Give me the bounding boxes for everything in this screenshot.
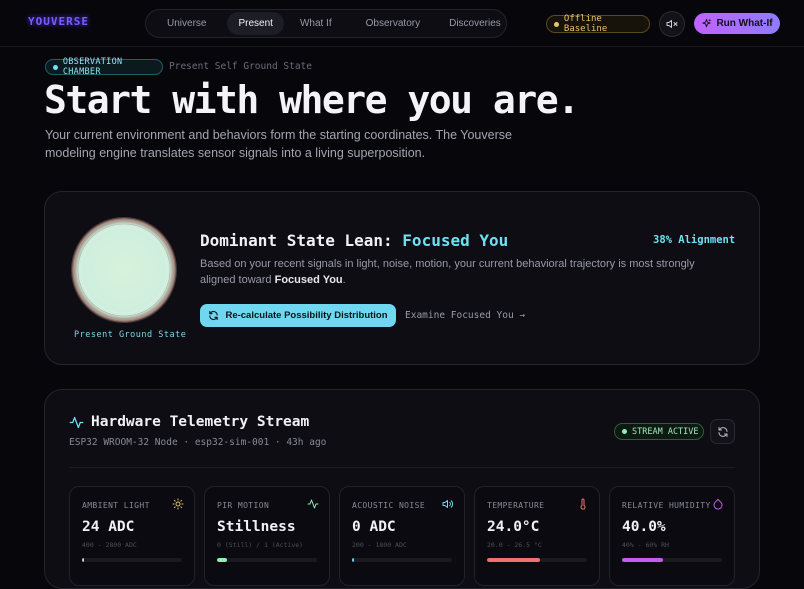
sensor-range: 20.0 - 26.5 °C <box>487 541 542 549</box>
sensor-range: 0 (Still) / 1 (Active) <box>217 541 304 549</box>
pulse-icon <box>69 416 84 428</box>
orb-mesh <box>73 219 175 321</box>
status-dot <box>554 21 559 27</box>
dominant-state-name: Focused You <box>402 231 509 250</box>
thermometer-icon <box>580 498 586 510</box>
speaker-icon <box>442 500 454 508</box>
chamber-badge-label: OBSERVATION CHAMBER <box>62 57 123 77</box>
sensor-level-fill <box>352 558 354 562</box>
sensor-level-track <box>352 558 452 562</box>
telemetry-divider <box>69 467 735 468</box>
activity-icon <box>307 499 319 509</box>
refresh-telemetry-button[interactable] <box>710 419 735 444</box>
run-what-if-label: Run What-If <box>716 18 773 29</box>
mute-button[interactable] <box>659 11 685 37</box>
observation-chamber-badge: OBSERVATION CHAMBER <box>45 57 163 77</box>
app-logo[interactable]: YOUVERSE <box>28 15 89 28</box>
sensor-level-fill <box>622 558 663 562</box>
nav-item-present[interactable]: Present <box>227 12 284 35</box>
examine-focused-link[interactable]: Examine Focused You → <box>405 310 525 321</box>
speaker-muted-icon <box>666 20 678 28</box>
sensor-label: PIR MOTION <box>217 501 270 510</box>
recalculate-button[interactable]: Re-calculate Possibility Distribution <box>200 304 396 327</box>
sensor-level-fill <box>487 558 540 562</box>
sensor-value: 24 ADC <box>82 519 135 535</box>
refresh-icon <box>718 426 727 437</box>
sensor-level-track <box>82 558 182 562</box>
telemetry-subtitle: ESP32 WROOM-32 Node · esp32-sim-001 · 43… <box>69 437 327 448</box>
sensor-value: 24.0°C <box>487 519 540 535</box>
sensor-acoustic-noise: ACOUSTIC NOISE 0 ADC 200 - 1800 ADC <box>339 486 465 586</box>
chamber-subtitle: Present Self Ground State <box>169 61 312 72</box>
offline-baseline-badge: Offline Baseline <box>546 14 650 34</box>
top-bar: YOUVERSE Universe Present What If Observ… <box>0 0 804 47</box>
sensor-relative-humidity: RELATIVE HUMIDITY 40.0% 40% - 60% RH <box>609 486 735 586</box>
sensor-ambient-light: AMBIENT LIGHT 24 ADC 400 - 2800 ADC <box>69 486 195 586</box>
ground-state-orb <box>72 218 176 322</box>
page-title: Start with where you are. <box>44 78 580 122</box>
alignment-percent: 38% Alignment <box>653 234 736 246</box>
stream-active-label: STREAM ACTIVE <box>632 426 699 437</box>
sensor-label: RELATIVE HUMIDITY <box>622 501 711 510</box>
stream-active-badge: STREAM ACTIVE <box>614 423 704 440</box>
sparkle-icon <box>702 18 712 28</box>
nav-item-discoveries[interactable]: Discoveries <box>438 12 512 35</box>
sun-icon <box>172 498 184 510</box>
sensor-level-track <box>487 558 587 562</box>
run-what-if-button[interactable]: Run What-If <box>694 13 780 34</box>
stream-dot <box>622 429 627 434</box>
sensor-temperature: TEMPERATURE 24.0°C 20.0 - 26.5 °C <box>474 486 600 586</box>
desc-suffix: . <box>342 274 346 286</box>
sensor-pir-motion: PIR MOTION Stillness 0 (Still) / 1 (Acti… <box>204 486 330 586</box>
sensor-range: 40% - 60% RH <box>622 541 669 549</box>
dominant-state-description: Based on your recent signals in light, n… <box>200 256 730 288</box>
sensor-label: ACOUSTIC NOISE <box>352 501 426 510</box>
sensor-value: 40.0% <box>622 519 666 535</box>
desc-state: Focused You <box>274 274 343 286</box>
nav-item-what-if[interactable]: What If <box>289 12 343 35</box>
sensor-level-fill <box>217 558 227 562</box>
sensor-label: TEMPERATURE <box>487 501 545 510</box>
chamber-dot <box>53 64 58 70</box>
telemetry-title: Hardware Telemetry Stream <box>69 414 309 430</box>
droplet-icon <box>713 498 723 510</box>
sensor-level-track <box>622 558 722 562</box>
nav-item-universe[interactable]: Universe <box>156 12 217 35</box>
sensor-level-track <box>217 558 317 562</box>
sensor-range: 400 - 2800 ADC <box>82 541 137 549</box>
nav-item-observatory[interactable]: Observatory <box>355 12 431 35</box>
telemetry-title-text: Hardware Telemetry Stream <box>91 414 310 430</box>
sensor-value: Stillness <box>217 519 296 535</box>
sensor-range: 200 - 1800 ADC <box>352 541 407 549</box>
sensor-level-fill <box>82 558 84 562</box>
orb-label: Present Ground State <box>74 330 187 340</box>
offline-baseline-label: Offline Baseline <box>563 14 608 34</box>
recalculate-label: Re-calculate Possibility Distribution <box>225 310 388 321</box>
sensor-label: AMBIENT LIGHT <box>82 501 150 510</box>
page-lede: Your current environment and behaviors f… <box>45 128 512 160</box>
sensor-value: 0 ADC <box>352 519 396 535</box>
main-nav: Universe Present What If Observatory Dis… <box>145 9 507 38</box>
refresh-icon <box>209 310 219 321</box>
dominant-state-prefix: Dominant State Lean: <box>200 231 403 250</box>
dominant-state-title: Dominant State Lean: Focused You <box>200 231 508 250</box>
